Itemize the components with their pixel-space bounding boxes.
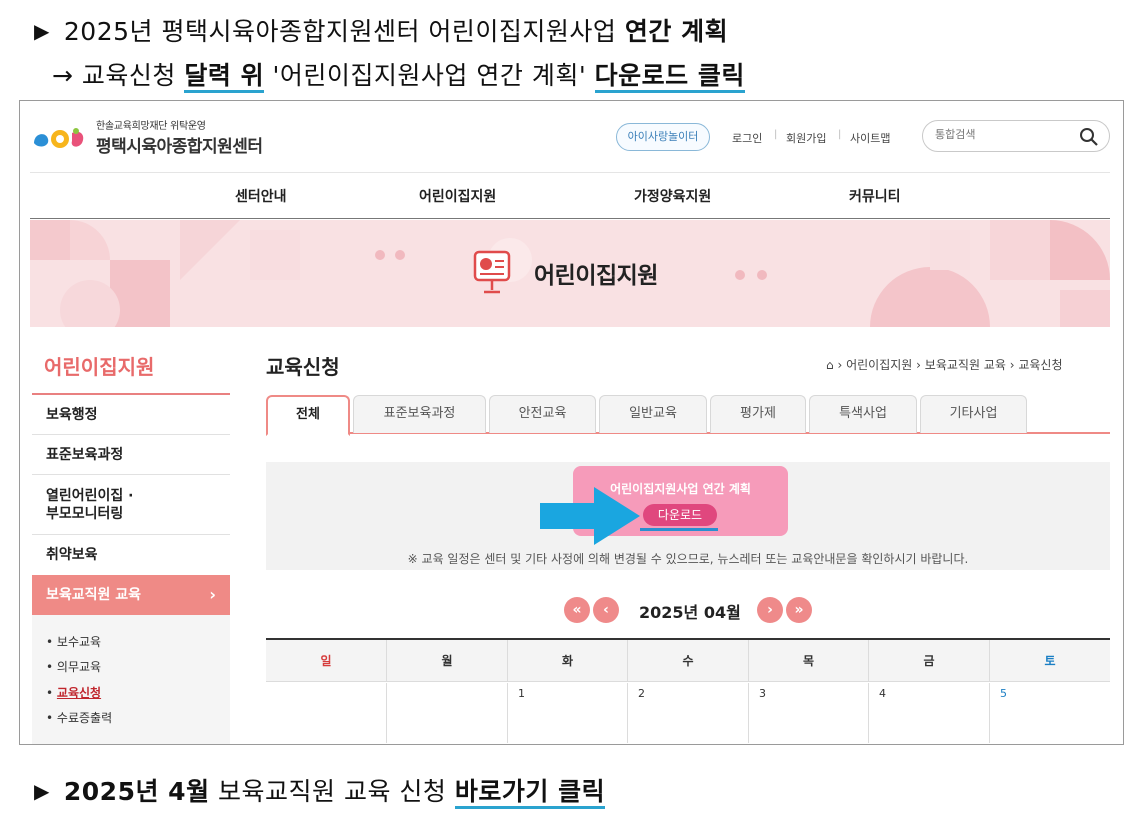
logo-subtitle: 한솔교육희망재단 위탁운영 <box>96 121 206 132</box>
page-title: 교육신청 <box>266 355 340 379</box>
tab-all[interactable]: 전체 <box>266 395 350 436</box>
category-tabs: 전체 표준보육과정 안전교육 일반교육 평가제 특색사업 기타사업 <box>266 395 1110 436</box>
nav-community[interactable]: 커뮤니티 <box>849 186 901 206</box>
highlight-calendar: 달력 위 <box>184 61 265 93</box>
instruction-bold: 연간 계획 <box>624 17 729 46</box>
calendar-day <box>387 683 508 743</box>
nav-center-info[interactable]: 센터안내 <box>235 186 287 206</box>
calendar-day[interactable]: 1 <box>508 683 628 743</box>
breadcrumb-item[interactable]: 보육교직원 교육 <box>925 358 1006 372</box>
home-icon[interactable]: ⌂ <box>826 358 834 372</box>
calendar-header: 일 월 화 수 목 금 토 <box>266 640 1110 682</box>
sidebar-item-vulnerable-care[interactable]: 취약보육 <box>32 535 230 575</box>
center-logo-icon <box>34 128 84 148</box>
instruction-line-1: ▶ 2025년 평택시육아종합지원센터 어린이집지원사업 연간 계획 <box>34 17 729 46</box>
weekday-thu: 목 <box>749 640 869 682</box>
signup-link[interactable]: 회원가입 <box>786 130 826 146</box>
sidebar-item-staff-education[interactable]: 보육교직원 교육 › <box>32 575 230 615</box>
kids-playground-button[interactable]: 아이사랑놀이터 <box>616 123 710 151</box>
main-navigation: 센터안내 어린이집지원 가정양육지원 커뮤니티 <box>30 172 1110 219</box>
prev-year-button[interactable]: « <box>564 597 590 623</box>
triangle-bullet-icon: ▶ <box>34 779 50 803</box>
submenu-item[interactable]: • 의무교육 <box>46 658 101 675</box>
search-icon[interactable] <box>1079 127 1099 147</box>
weekday-sat: 토 <box>1044 654 1056 668</box>
weekday-tue: 화 <box>508 640 628 682</box>
instruction-line-2: → 교육신청 달력 위 '어린이집지원사업 연간 계획' 다운로드 클릭 <box>52 56 745 93</box>
arrow-icon: → <box>52 61 74 90</box>
logo-title[interactable]: 평택시육아종합지원센터 <box>96 132 263 157</box>
search-input[interactable] <box>935 128 1065 141</box>
calendar-day[interactable]: 5 <box>990 683 1110 743</box>
prev-month-button[interactable]: ‹ <box>593 597 619 623</box>
next-year-button[interactable]: » <box>786 597 812 623</box>
calendar-day[interactable]: 4 <box>869 683 990 743</box>
calendar-day[interactable]: 3 <box>749 683 869 743</box>
instruction-line-3: ▶ 2025년 4월 보육교직원 교육 신청 바로가기 클릭 <box>34 772 606 809</box>
submenu-item[interactable]: • 보수교육 <box>46 633 101 650</box>
calendar-day[interactable]: 2 <box>628 683 749 743</box>
tab-special-projects[interactable]: 특색사업 <box>809 395 917 433</box>
sitemap-link[interactable]: 사이트맵 <box>850 130 890 146</box>
sidebar-submenu: • 보수교육 • 의무교육 • 교육신청 • 수료증출력 <box>32 615 230 744</box>
breadcrumb-item[interactable]: 어린이집지원 <box>846 358 912 372</box>
banner-title: 어린이집지원 <box>534 263 658 289</box>
submenu-item[interactable]: • 수료증출력 <box>46 709 112 726</box>
site-header: 한솔교육희망재단 위탁운영 평택시육아종합지원센터 아이사랑놀이터 로그인 | … <box>20 101 1123 173</box>
sidebar-item-open-daycare[interactable]: 열린어린이집 · 부모모니터링 <box>32 475 230 535</box>
calendar-day <box>266 683 387 743</box>
sidebar-title: 어린이집지원 <box>44 355 155 379</box>
schedule-notice: ※ 교육 일정은 센터 및 기타 사정에 의해 변경될 수 있으므로, 뉴스레터… <box>407 552 969 566</box>
next-month-button[interactable]: › <box>757 597 783 623</box>
breadcrumb: ⌂ › 어린이집지원 › 보육교직원 교육 › 교육신청 <box>826 358 1063 372</box>
weekday-wed: 수 <box>628 640 749 682</box>
calendar: 일 월 화 수 목 금 토 1 2 3 4 5 <box>266 638 1110 743</box>
tab-standard-curriculum[interactable]: 표준보육과정 <box>353 395 486 433</box>
weekday-fri: 금 <box>869 640 990 682</box>
chevron-right-icon: › <box>209 585 216 604</box>
download-area: 어린이집지원사업 연간 계획 다운로드 ※ 교육 일정은 센터 및 기타 사정에… <box>266 462 1110 570</box>
sidebar-item-standard-curriculum[interactable]: 표준보육과정 <box>32 435 230 475</box>
tab-safety[interactable]: 안전교육 <box>489 395 596 433</box>
search-box <box>922 120 1110 152</box>
util-divider: | <box>838 129 842 140</box>
highlight-download: 다운로드 클릭 <box>594 61 745 93</box>
website-screenshot: 한솔교육희망재단 위탁운영 평택시육아종합지원센터 아이사랑놀이터 로그인 | … <box>19 100 1124 745</box>
sidebar-item-childcare-admin[interactable]: 보육행정 <box>32 395 230 435</box>
breadcrumb-item[interactable]: 교육신청 <box>1018 358 1062 372</box>
pointing-arrow-icon <box>540 487 640 545</box>
nav-daycare-support[interactable]: 어린이집지원 <box>419 186 496 206</box>
nav-home-care-support[interactable]: 가정양육지원 <box>634 186 711 206</box>
weekday-sun: 일 <box>266 640 387 682</box>
calendar-month: 2025년 04월 <box>639 603 741 622</box>
calendar-navigation: « ‹ 2025년 04월 › » <box>266 597 1110 627</box>
weekday-mon: 월 <box>387 640 508 682</box>
page-banner: 어린이집지원 <box>30 220 1110 327</box>
login-link[interactable]: 로그인 <box>732 130 762 146</box>
tab-other-projects[interactable]: 기타사업 <box>920 395 1027 433</box>
submenu-item-current[interactable]: • 교육신청 <box>46 684 101 701</box>
util-divider: | <box>774 129 778 140</box>
download-highlight-underline <box>640 528 718 531</box>
triangle-bullet-icon: ▶ <box>34 19 50 43</box>
highlight-shortcut: 바로가기 클릭 <box>454 777 606 809</box>
presentation-board-icon <box>473 250 511 294</box>
download-button[interactable]: 다운로드 <box>643 504 717 526</box>
tab-evaluation[interactable]: 평가제 <box>710 395 806 433</box>
tab-general[interactable]: 일반교육 <box>599 395 707 433</box>
